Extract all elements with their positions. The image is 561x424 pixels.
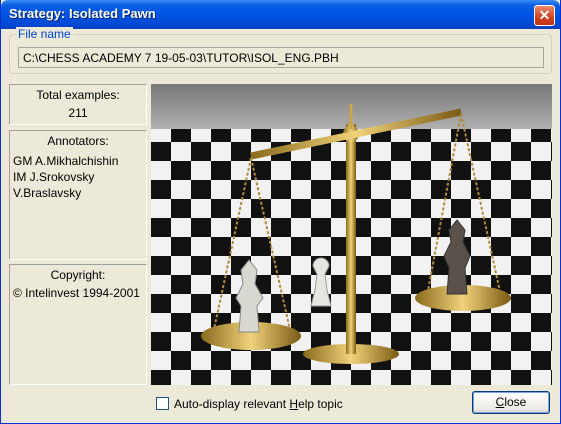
annotators-panel: Annotators: GM A.Mikhalchishin IM J.Srok… (9, 130, 147, 260)
auto-display-checkbox-row[interactable]: Auto-display relevant Help topic (156, 397, 343, 411)
file-path-field: C:\CHESS ACADEMY 7 19-05-03\TUTOR\ISOL_E… (18, 47, 544, 68)
balance-scale-image (151, 84, 552, 385)
checkbox-label-part2: elp topic (298, 397, 343, 411)
copyright-label: Copyright: (50, 268, 106, 282)
title-bar[interactable]: Strategy: Isolated Pawn ✕ (1, 0, 560, 29)
auto-display-checkbox[interactable] (156, 397, 169, 410)
annotator-name: IM J.Srokovsky (13, 170, 95, 184)
total-examples-panel: Total examples: 211 (9, 84, 147, 125)
annotator-name: V.Braslavsky (13, 186, 82, 200)
close-icon: ✕ (538, 7, 551, 23)
annotator-name: GM A.Mikhalchishin (13, 154, 119, 168)
total-examples-label: Total examples: (36, 88, 120, 102)
close-window-button[interactable]: ✕ (534, 5, 555, 26)
file-name-label: File name (16, 27, 73, 41)
copyright-text: © Intelinvest 1994-2001 (13, 286, 140, 300)
checkbox-label-accelerator: H (289, 397, 299, 411)
dialog-window: Strategy: Isolated Pawn ✕ File name C:\C… (0, 0, 561, 424)
close-button[interactable]: Close (472, 391, 550, 414)
checkbox-label-part1: Auto-display relevant (174, 397, 290, 411)
window-title: Strategy: Isolated Pawn (9, 6, 156, 21)
copyright-panel: Copyright: © Intelinvest 1994-2001 (9, 264, 147, 385)
total-examples-value: 211 (68, 106, 88, 120)
strategy-illustration (151, 84, 552, 385)
close-button-label: lose (504, 395, 527, 409)
annotators-label: Annotators: (47, 134, 109, 148)
file-name-group: File name C:\CHESS ACADEMY 7 19-05-03\TU… (9, 27, 552, 74)
